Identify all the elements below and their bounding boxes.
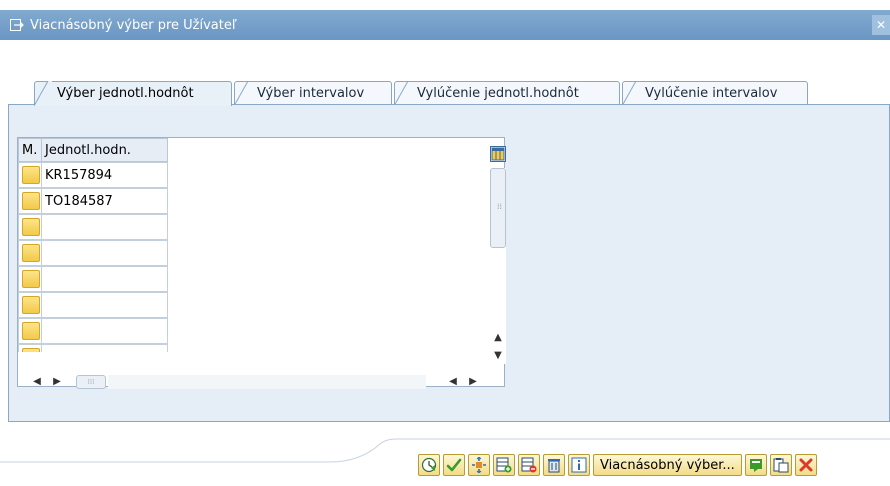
window-menu-icon[interactable]: [10, 19, 24, 31]
window-title: Viacnásobný výber pre Užívateľ: [30, 17, 237, 33]
delete-row-icon: [521, 457, 537, 473]
scroll-track[interactable]: [108, 375, 426, 389]
scroll-down-icon[interactable]: ▼: [490, 348, 506, 364]
confirm-button[interactable]: [443, 454, 465, 476]
tab-exclude-single-values[interactable]: Vylúčenie jednotl.hodnôt: [394, 81, 620, 106]
column-header-mark[interactable]: M.: [18, 138, 42, 162]
tab-panel: M. Jednotl.hodn. KR157894 TO184587 ⁞⁞ ▲ …: [8, 104, 890, 422]
clock-execute-icon: [421, 457, 437, 473]
column-header-value[interactable]: Jednotl.hodn.: [42, 138, 168, 162]
table-row: [18, 292, 168, 318]
scroll-right-icon[interactable]: ▶: [50, 374, 64, 390]
value-cell[interactable]: [42, 240, 168, 266]
scroll-left-icon[interactable]: ◀: [30, 374, 44, 390]
value-cell[interactable]: [42, 318, 168, 344]
delete-row-button[interactable]: [518, 454, 540, 476]
table-row: TO184587: [18, 188, 168, 214]
variants-button[interactable]: [468, 454, 490, 476]
column-settings-icon[interactable]: [490, 146, 506, 162]
copy-icon: [749, 459, 762, 472]
grip-icon: ⁞⁞: [497, 202, 503, 211]
tab-strip: Výber jednotl.hodnôt Výber intervalov Vy…: [0, 81, 890, 106]
info-button[interactable]: [568, 454, 590, 476]
variant-icon: [472, 457, 486, 473]
scroll-thumb[interactable]: ⁞⁞: [490, 168, 506, 248]
row-selector[interactable]: [18, 162, 42, 188]
checkmark-icon: [446, 458, 462, 472]
table-row: [18, 318, 168, 344]
value-cell[interactable]: [42, 344, 168, 352]
trash-icon: [548, 459, 560, 473]
row-selector[interactable]: [18, 240, 42, 266]
title-bar: Viacnásobný výber pre Užívateľ ✕: [0, 10, 890, 40]
scroll-up-icon[interactable]: ▲: [490, 330, 506, 346]
row-selector[interactable]: [18, 214, 42, 240]
row-selector[interactable]: [18, 318, 42, 344]
copy-button[interactable]: [744, 454, 767, 476]
tab-single-values[interactable]: Výber jednotl.hodnôt: [34, 81, 232, 106]
table-row: KR157894: [18, 162, 168, 188]
row-selector[interactable]: [18, 188, 42, 214]
table-row: [18, 344, 168, 352]
tab-label: Vylúčenie jednotl.hodnôt: [417, 86, 579, 101]
table-body: KR157894 TO184587: [18, 162, 168, 352]
vertical-scrollbar[interactable]: ⁞⁞ ▲ ▼: [490, 168, 506, 364]
table-header: M. Jednotl.hodn.: [18, 138, 168, 162]
info-icon: [571, 457, 587, 473]
value-cell[interactable]: [42, 292, 168, 318]
value-cell[interactable]: TO184587: [42, 188, 168, 214]
paste-icon: [773, 458, 789, 473]
multi-select-button[interactable]: Viacnásobný výber...: [593, 454, 742, 476]
value-cell[interactable]: KR157894: [42, 162, 168, 188]
cancel-button[interactable]: [794, 454, 817, 476]
dialog-toolbar: Viacnásobný výber...: [418, 454, 817, 478]
table-row: [18, 240, 168, 266]
horizontal-scrollbar[interactable]: ◀ ▶ ⁞⁞⁞ ◀ ▶: [26, 374, 490, 390]
delete-all-button[interactable]: [543, 454, 565, 476]
cancel-icon: [799, 458, 813, 472]
row-selector[interactable]: [18, 292, 42, 318]
table-row: [18, 214, 168, 240]
paste-button[interactable]: [769, 454, 792, 476]
values-table: M. Jednotl.hodn. KR157894 TO184587 ⁞⁞ ▲ …: [17, 137, 506, 390]
tab-label: Výber intervalov: [257, 86, 365, 101]
insert-row-button[interactable]: [493, 454, 515, 476]
insert-row-icon: [496, 457, 512, 473]
close-icon[interactable]: ✕: [872, 15, 890, 35]
tab-exclude-intervals[interactable]: Vylúčenie intervalov: [622, 81, 808, 106]
value-cell[interactable]: [42, 266, 168, 292]
row-selector[interactable]: [18, 344, 42, 352]
tab-label: Výber jednotl.hodnôt: [57, 86, 194, 101]
scroll-left-icon[interactable]: ◀: [446, 374, 460, 390]
scroll-right-icon[interactable]: ▶: [466, 374, 480, 390]
value-cell[interactable]: [42, 214, 168, 240]
dialog-content: Výber jednotl.hodnôt Výber intervalov Vy…: [0, 40, 890, 422]
scroll-thumb[interactable]: ⁞⁞⁞: [76, 375, 106, 389]
tab-label: Vylúčenie intervalov: [645, 86, 778, 101]
execute-button[interactable]: [418, 454, 440, 476]
row-selector[interactable]: [18, 266, 42, 292]
tab-intervals[interactable]: Výber intervalov: [234, 81, 392, 106]
table-row: [18, 266, 168, 292]
